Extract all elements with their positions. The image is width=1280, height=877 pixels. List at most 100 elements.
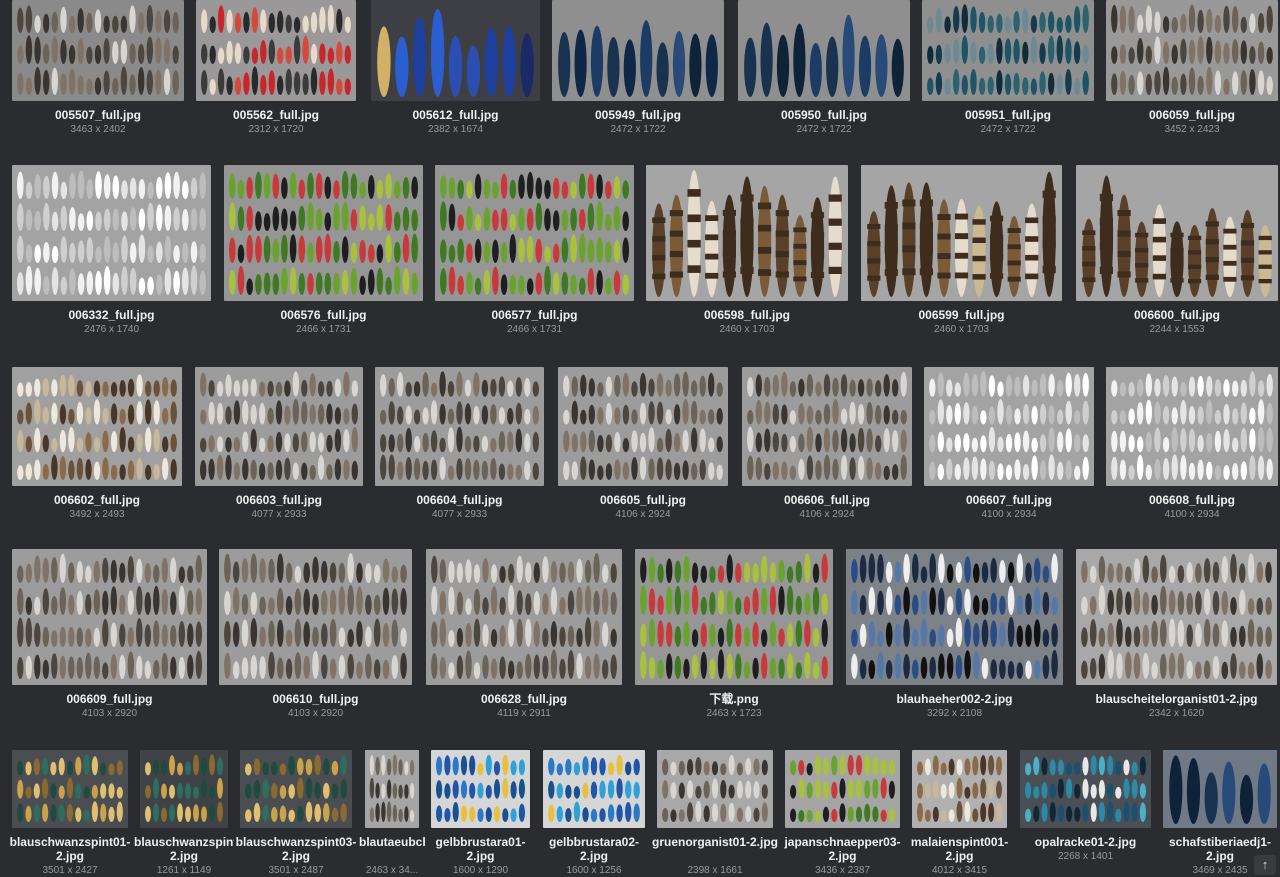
gallery-tile[interactable]: 006606_full.jpg 4106 x 2924 [742, 367, 912, 533]
thumbnail-image[interactable] [375, 367, 544, 486]
thumbnail-image[interactable] [196, 0, 356, 101]
thumbnail-image[interactable] [861, 165, 1062, 301]
thumbnail-image[interactable] [12, 367, 182, 486]
gallery-tile[interactable]: blauschwanzspint01-2.jpg 3501 x 2427 [10, 750, 130, 876]
gallery-tile[interactable]: blauschwanzspint02-2.jpg1261 x 1149 [134, 750, 234, 876]
file-name[interactable]: 005949_full.jpg [546, 108, 730, 122]
file-name[interactable]: malaienspint001-2.jpg [906, 835, 1013, 863]
file-name[interactable]: gruenorganist01-2.jpg [651, 835, 779, 849]
file-name[interactable]: 006610_full.jpg [213, 692, 418, 706]
thumbnail-image[interactable] [224, 165, 423, 301]
gallery-tile[interactable]: gelbbrustara02-2.jpg 1600 x 1256 [543, 750, 645, 876]
scroll-to-top-button[interactable]: ↑ [1254, 855, 1276, 875]
gallery-tile[interactable]: 006610_full.jpg 4103 x 2920 [219, 549, 412, 732]
gallery-tile[interactable]: blauscheitelorganist01-2.jpg 2342 x 1620 [1076, 549, 1277, 732]
file-name[interactable]: 005507_full.jpg [6, 108, 190, 122]
thumbnail-image[interactable] [742, 367, 912, 486]
thumbnail-image[interactable] [426, 549, 622, 685]
thumbnail-image[interactable] [912, 750, 1007, 828]
file-name[interactable]: 006609_full.jpg [6, 692, 213, 706]
thumbnail-image[interactable] [1076, 549, 1277, 685]
file-name[interactable]: 005951_full.jpg [916, 108, 1100, 122]
gallery-tile[interactable]: 006602_full.jpg 3492 x 2493 [12, 367, 182, 533]
gallery-tile[interactable]: 006577_full.jpg 2466 x 1731 [435, 165, 634, 348]
thumbnail-image[interactable] [924, 367, 1094, 486]
gallery-tile[interactable]: 006608_full.jpg 4100 x 2934 [1106, 367, 1278, 533]
gallery-tile[interactable]: blauschwanzspint03-2.jpg 3501 x 2487 [236, 750, 356, 876]
file-name[interactable]: 006599_full.jpg [855, 308, 1068, 322]
file-name[interactable]: 006604_full.jpg [369, 493, 550, 507]
gallery-tile[interactable]: 006059_full.jpg 3452 x 2423 [1106, 0, 1278, 148]
thumbnail-image[interactable] [657, 750, 773, 828]
gallery-tile[interactable]: 005949_full.jpg 2472 x 1722 [552, 0, 724, 148]
file-name[interactable]: 006576_full.jpg [218, 308, 429, 322]
thumbnail-image[interactable] [435, 165, 634, 301]
file-name[interactable]: 005562_full.jpg [190, 108, 362, 122]
gallery-tile[interactable]: 005950_full.jpg 2472 x 1722 [738, 0, 910, 148]
file-name[interactable]: 006605_full.jpg [552, 493, 734, 507]
thumbnail-image[interactable] [1076, 165, 1278, 301]
thumbnail-image[interactable] [431, 750, 530, 828]
file-name[interactable]: 006598_full.jpg [640, 308, 854, 322]
thumbnail-image[interactable] [1106, 0, 1278, 101]
thumbnail-image[interactable] [12, 750, 128, 828]
gallery-tile[interactable]: 005507_full.jpg 3463 x 2402 [12, 0, 184, 148]
thumbnail-image[interactable] [240, 750, 352, 828]
gallery-tile[interactable]: 005612_full.jpg 2382 x 1674 [371, 0, 540, 148]
gallery-tile[interactable]: 006603_full.jpg 4077 x 2933 [195, 367, 363, 533]
file-name[interactable]: 006628_full.jpg [420, 692, 628, 706]
thumbnail-image[interactable] [219, 549, 412, 685]
thumbnail-image[interactable] [543, 750, 645, 828]
gallery-tile[interactable]: 006607_full.jpg 4100 x 2934 [924, 367, 1094, 533]
gallery-tile[interactable]: opalracke01-2.jpg 2268 x 1401 [1020, 750, 1151, 875]
thumbnail-image[interactable] [365, 750, 419, 828]
thumbnail-image[interactable] [1163, 750, 1277, 828]
thumbnail-image[interactable] [12, 549, 207, 685]
file-name[interactable]: blauschwanzspint02-2.jpg [134, 835, 234, 863]
thumbnail-image[interactable] [195, 367, 363, 486]
thumbnail-image[interactable] [635, 549, 833, 685]
file-name[interactable]: 006602_full.jpg [6, 493, 188, 507]
file-name[interactable]: gelbbrustara02-2.jpg [537, 835, 651, 863]
file-name[interactable]: 005950_full.jpg [732, 108, 916, 122]
thumbnail-image[interactable] [846, 549, 1063, 685]
gallery-tile[interactable]: 006609_full.jpg 4103 x 2920 [12, 549, 207, 732]
gallery-tile[interactable]: gelbbrustara01-2.jpg 1600 x 1290 [431, 750, 530, 876]
file-name[interactable]: japanschnaepper03-2.jpg [779, 835, 906, 863]
thumbnail-image[interactable] [1020, 750, 1151, 828]
gallery-tile[interactable]: 005562_full.jpg 2312 x 1720 [196, 0, 356, 148]
gallery-tile[interactable]: 006604_full.jpg 4077 x 2933 [375, 367, 544, 533]
gallery-tile[interactable]: malaienspint001-2.jpg 4012 x 3415 [911, 750, 1008, 876]
gallery-tile[interactable]: 006332_full.jpg 2476 x 1740 [12, 165, 211, 348]
thumbnail-image[interactable] [552, 0, 724, 101]
file-name[interactable]: blauhaeher002-2.jpg [840, 692, 1069, 706]
thumbnail-image[interactable] [371, 0, 540, 101]
file-name[interactable]: 006600_full.jpg [1070, 308, 1280, 322]
file-name[interactable]: 006332_full.jpg [6, 308, 217, 322]
file-name[interactable]: blauschwanzspint03-2.jpg [234, 835, 358, 863]
file-name[interactable]: blauschwanzspint01-2.jpg [6, 835, 134, 863]
gallery-tile[interactable]: blautaeubchen01-...2463 x 34... [359, 750, 425, 876]
file-name[interactable]: blautaeubchen01-... [359, 835, 425, 849]
gallery-tile[interactable]: gruenorganist01-2.jpg 2398 x 1661 [652, 750, 778, 876]
gallery-tile[interactable]: blauhaeher002-2.jpg 3292 x 2108 [846, 549, 1063, 732]
thumbnail-image[interactable] [785, 750, 900, 828]
thumbnail-image[interactable] [1106, 367, 1278, 486]
gallery-tile[interactable]: japanschnaepper03-2.jpg 3436 x 2387 [784, 750, 901, 876]
thumbnail-image[interactable] [12, 165, 211, 301]
gallery-tile[interactable]: 006600_full.jpg 2244 x 1553 [1076, 165, 1278, 348]
file-name[interactable]: 005612_full.jpg [365, 108, 546, 122]
file-name[interactable]: 006059_full.jpg [1100, 108, 1280, 122]
file-name[interactable]: 006608_full.jpg [1100, 493, 1280, 507]
gallery-tile[interactable]: 006605_full.jpg 4106 x 2924 [558, 367, 728, 533]
file-name[interactable]: 006577_full.jpg [429, 308, 640, 322]
file-name[interactable]: gelbbrustara01-2.jpg [425, 835, 536, 863]
thumbnail-image[interactable] [646, 165, 848, 301]
gallery-tile[interactable]: 006599_full.jpg 2460 x 1703 [861, 165, 1062, 348]
file-name[interactable]: 006606_full.jpg [736, 493, 918, 507]
thumbnail-image[interactable] [140, 750, 228, 828]
file-name[interactable]: blauscheitelorganist01-2.jpg [1070, 692, 1280, 706]
thumbnail-image[interactable] [12, 0, 184, 101]
gallery-tile[interactable]: 006576_full.jpg 2466 x 1731 [224, 165, 423, 348]
thumbnail-image[interactable] [558, 367, 728, 486]
